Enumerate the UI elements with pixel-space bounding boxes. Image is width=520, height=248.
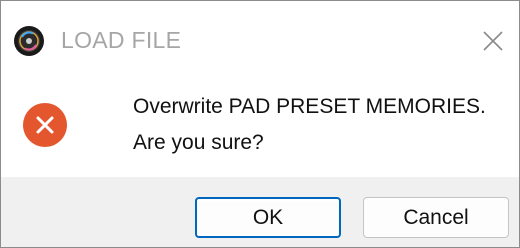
title-bar[interactable]: LOAD FILE (1, 1, 519, 75)
ok-button[interactable]: OK (195, 197, 341, 238)
app-disc-icon (14, 26, 44, 56)
button-bar: OK Cancel (1, 177, 519, 247)
message-line-2: Are you sure? (133, 131, 264, 154)
cancel-button[interactable]: Cancel (363, 197, 509, 238)
window-title: LOAD FILE (61, 27, 182, 53)
load-file-dialog: LOAD FILE Overwrite PAD PRESET MEMORIES.… (0, 0, 520, 248)
close-icon[interactable] (471, 19, 515, 63)
dialog-content: Overwrite PAD PRESET MEMORIES. Are you s… (1, 75, 519, 177)
error-icon (23, 103, 67, 147)
dialog-message: Overwrite PAD PRESET MEMORIES. Are you s… (133, 89, 486, 161)
message-line-1: Overwrite PAD PRESET MEMORIES. (133, 95, 486, 118)
